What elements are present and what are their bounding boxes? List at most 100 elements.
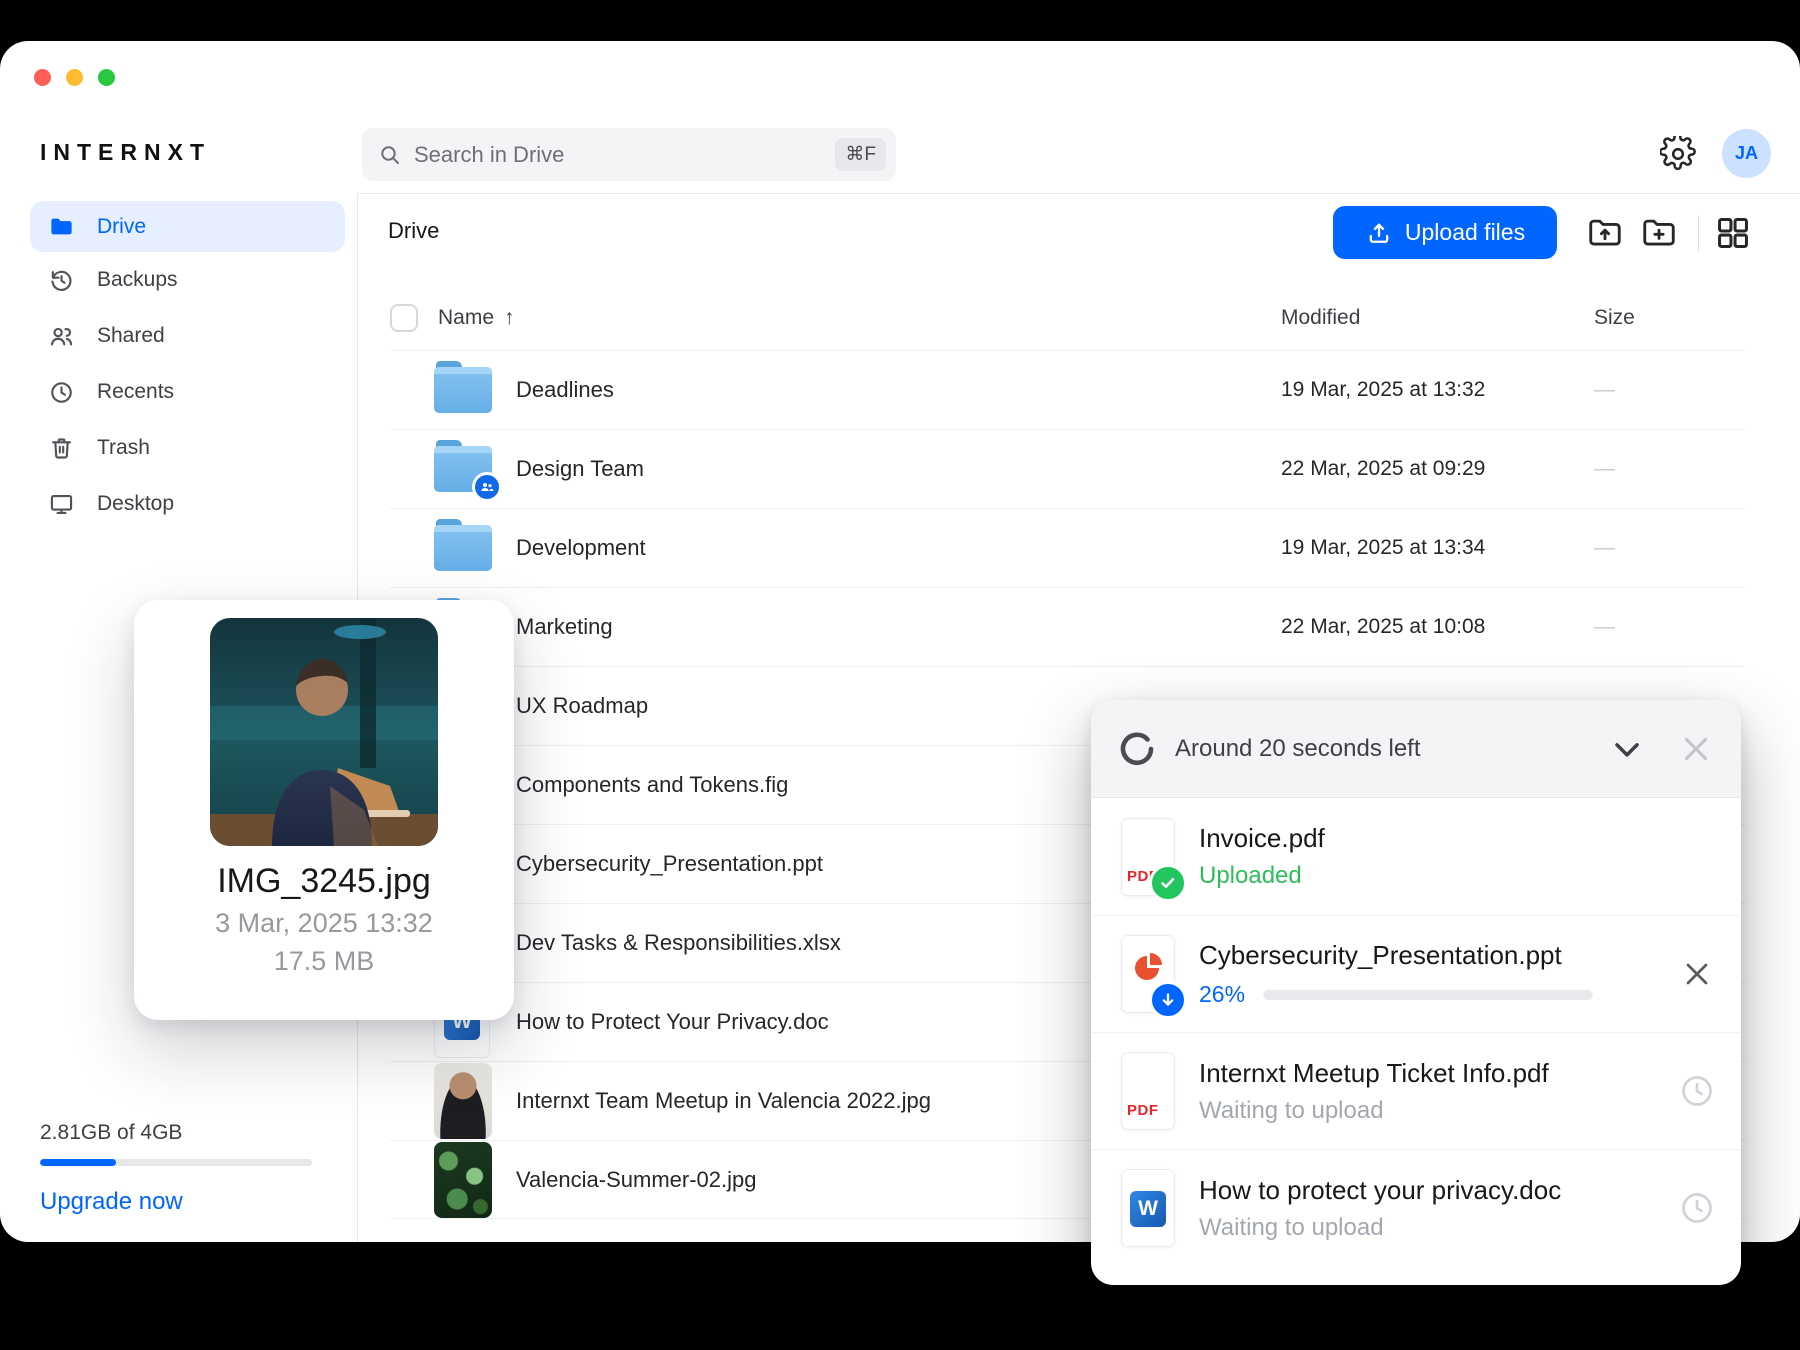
upload-progress-toast: Around 20 seconds left PDF Invoice.pdf U…	[1091, 700, 1741, 1285]
upload-progress: 26%	[1199, 981, 1679, 1008]
file-modified: 22 Mar, 2025 at 09:29	[1281, 457, 1485, 481]
file-size: —	[1594, 457, 1615, 481]
internxt-logo: INTERNXT	[40, 139, 211, 166]
storage-widget: 2.81GB of 4GB Upgrade now	[40, 1121, 320, 1216]
sidebar-item-trash[interactable]: Trash	[0, 420, 357, 476]
file-name: Marketing	[516, 614, 613, 640]
uploading-arrow-icon	[1149, 981, 1187, 1019]
photo-thumbnail	[434, 1063, 492, 1139]
file-name: UX Roadmap	[516, 693, 648, 719]
column-header-name[interactable]: Name	[438, 306, 494, 330]
photo-thumbnail	[434, 1142, 492, 1218]
grid-view-icon[interactable]	[1714, 214, 1752, 252]
upload-item-invoice: PDF Invoice.pdf Uploaded	[1091, 798, 1741, 915]
progress-bar	[1263, 990, 1593, 1000]
toast-header: Around 20 seconds left	[1091, 700, 1741, 798]
minimize-window-button[interactable]	[66, 69, 83, 86]
upload-item-status: Waiting to upload	[1199, 1097, 1679, 1125]
pdf-label: PDF	[1127, 1102, 1159, 1119]
file-modified: 22 Mar, 2025 at 10:08	[1281, 615, 1485, 639]
upload-icon	[1365, 219, 1393, 247]
upload-files-button[interactable]: Upload files	[1333, 206, 1557, 259]
file-name: Cybersecurity_Presentation.ppt	[516, 851, 823, 877]
shared-badge-icon	[472, 472, 502, 502]
close-window-button[interactable]	[34, 69, 51, 86]
storage-usage-text: 2.81GB of 4GB	[40, 1121, 320, 1145]
cancel-upload-icon[interactable]	[1679, 956, 1715, 992]
upload-item-name: Invoice.pdf	[1199, 823, 1715, 854]
upload-item-privacy-doc: W How to protect your privacy.doc Waitin…	[1091, 1149, 1741, 1266]
pdf-file-icon: PDF	[1121, 1052, 1175, 1130]
search-placeholder: Search in Drive	[414, 142, 835, 168]
file-size: —	[1594, 536, 1615, 560]
page-title: Drive	[388, 218, 439, 244]
user-avatar[interactable]: JA	[1722, 129, 1771, 178]
file-name: Components and Tokens.fig	[516, 772, 788, 798]
chevron-down-icon[interactable]	[1607, 729, 1647, 769]
maximize-window-button[interactable]	[98, 69, 115, 86]
column-header-modified[interactable]: Modified	[1281, 306, 1360, 330]
uploaded-check-icon	[1149, 864, 1187, 902]
ppt-file-icon	[1121, 935, 1175, 1013]
shared-folder-icon	[434, 446, 492, 492]
table-row[interactable]: Marketing 22 Mar, 2025 at 10:08 —	[390, 587, 1745, 666]
sidebar-item-recents[interactable]: Recents	[0, 364, 357, 420]
sidebar-item-label: Trash	[97, 436, 150, 460]
shared-people-icon	[48, 323, 75, 350]
upload-percent: 26%	[1199, 981, 1245, 1008]
search-input[interactable]: Search in Drive ⌘F	[362, 128, 896, 181]
table-row[interactable]: Design Team 22 Mar, 2025 at 09:29 —	[390, 429, 1745, 508]
toast-status-text: Around 20 seconds left	[1175, 735, 1607, 763]
file-modified: 19 Mar, 2025 at 13:32	[1281, 378, 1485, 402]
upload-folder-icon[interactable]	[1586, 214, 1624, 252]
folder-icon	[434, 525, 492, 571]
close-icon[interactable]	[1677, 730, 1715, 768]
upgrade-now-link[interactable]: Upgrade now	[40, 1188, 320, 1216]
recents-clock-icon	[48, 379, 75, 406]
word-doc-icon: W	[1121, 1169, 1175, 1247]
settings-gear-icon[interactable]	[1660, 136, 1696, 172]
sidebar-item-label: Backups	[97, 268, 178, 292]
file-name: Valencia-Summer-02.jpg	[516, 1167, 756, 1193]
file-name: Design Team	[516, 456, 644, 482]
preview-date: 3 Mar, 2025 13:32	[134, 908, 514, 939]
sidebar-item-desktop[interactable]: Desktop	[0, 476, 357, 532]
new-folder-icon[interactable]	[1640, 214, 1678, 252]
sidebar-item-label: Drive	[97, 215, 146, 239]
spinner-icon	[1119, 731, 1155, 767]
waiting-clock-icon	[1679, 1073, 1715, 1109]
select-all-checkbox[interactable]	[390, 304, 418, 332]
file-name: How to Protect Your Privacy.doc	[516, 1009, 829, 1035]
sort-ascending-icon[interactable]: ↑	[504, 306, 515, 330]
sidebar: Drive Backups Shared Recents Trash Deskt…	[0, 201, 357, 532]
header-divider	[357, 193, 1800, 194]
file-preview-card: IMG_3245.jpg 3 Mar, 2025 13:32 17.5 MB	[134, 600, 514, 1020]
upload-item-status: Uploaded	[1199, 862, 1715, 890]
window-controls	[34, 69, 115, 86]
upload-item-name: How to protect your privacy.doc	[1199, 1175, 1679, 1206]
storage-meter	[40, 1159, 312, 1166]
upload-item-status: Waiting to upload	[1199, 1214, 1679, 1242]
pdf-file-icon: PDF	[1121, 818, 1175, 896]
file-modified: 19 Mar, 2025 at 13:34	[1281, 536, 1485, 560]
storage-meter-fill	[40, 1159, 116, 1166]
drive-folder-icon	[48, 213, 75, 240]
search-shortcut-badge: ⌘F	[835, 138, 886, 171]
powerpoint-pie-icon	[1133, 952, 1165, 984]
sidebar-item-label: Shared	[97, 324, 165, 348]
waiting-clock-icon	[1679, 1190, 1715, 1226]
search-icon	[378, 143, 402, 167]
table-header: Name ↑ Modified Size	[390, 285, 1745, 350]
sidebar-item-shared[interactable]: Shared	[0, 308, 357, 364]
sidebar-item-backups[interactable]: Backups	[0, 252, 357, 308]
column-header-size[interactable]: Size	[1594, 306, 1635, 330]
upload-item-meetup-ticket: PDF Internxt Meetup Ticket Info.pdf Wait…	[1091, 1032, 1741, 1149]
sidebar-item-label: Desktop	[97, 492, 174, 516]
backups-history-icon	[48, 267, 75, 294]
word-logo: W	[1130, 1191, 1166, 1227]
table-row[interactable]: Deadlines 19 Mar, 2025 at 13:32 —	[390, 350, 1745, 429]
upload-item-name: Cybersecurity_Presentation.ppt	[1199, 940, 1679, 971]
folder-icon	[434, 367, 492, 413]
table-row[interactable]: Development 19 Mar, 2025 at 13:34 —	[390, 508, 1745, 587]
sidebar-item-drive[interactable]: Drive	[30, 201, 345, 252]
